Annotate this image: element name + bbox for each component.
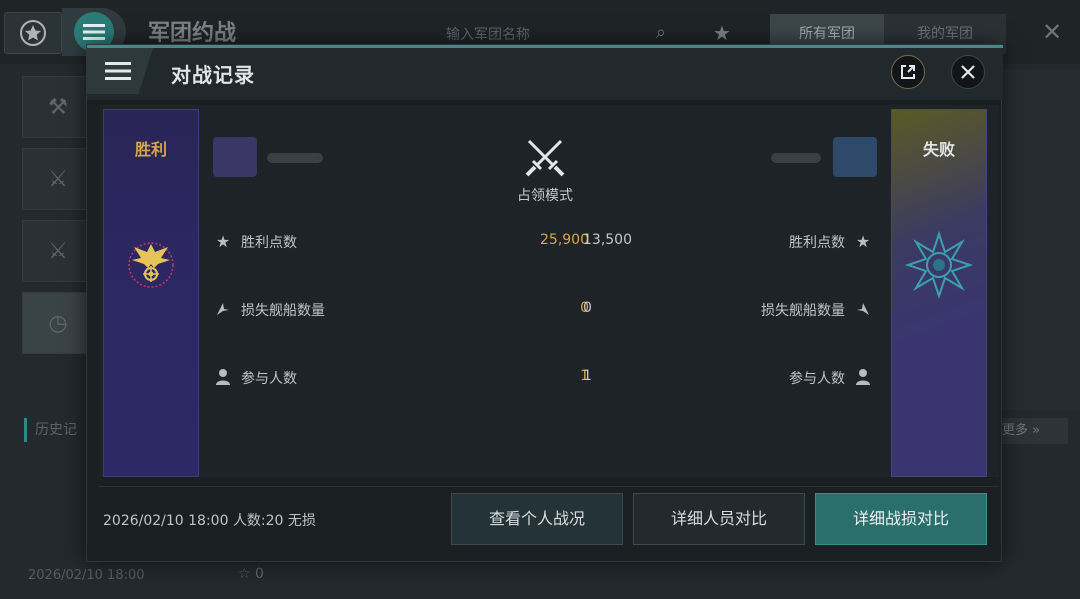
star-badge-icon [20, 20, 46, 46]
star-icon: ★ [713, 21, 731, 45]
ship-icon [213, 299, 233, 319]
sidebar-item-history[interactable]: ◷ [22, 292, 94, 354]
battle-info-text: 2026/02/10 18:00 人数:20 无损 [103, 513, 316, 529]
stat-label-right: 参与人数 [789, 371, 845, 387]
stat-row-victory-points: ★ 胜利点数 25,900 13,500 胜利点数 ★ [211, 229, 875, 253]
defeat-label: 失败 [922, 140, 955, 159]
stat-label-right: 胜利点数 [789, 235, 845, 251]
loss-comparison-button[interactable]: 详细战损对比 [815, 493, 987, 545]
legion-emblem-button[interactable] [4, 12, 62, 54]
background-close-icon[interactable]: ✕ [1042, 18, 1062, 46]
search-placeholder: 输入军团名称 [446, 27, 530, 43]
search-icon[interactable]: ⌕ [656, 22, 666, 43]
stat-value-right: 13,500 [583, 232, 632, 248]
star-icon: ★ [855, 231, 871, 251]
right-team-emblem [833, 137, 877, 177]
crossed-swords-icon: ⚔ [48, 166, 68, 192]
stat-label-left: 参与人数 [241, 371, 297, 387]
left-team-name-blur [267, 153, 323, 163]
left-team-emblem [213, 137, 257, 177]
more-button[interactable]: 更多 » [996, 418, 1068, 444]
view-personal-stats-button[interactable]: 查看个人战况 [451, 493, 623, 545]
menu-icon [105, 62, 131, 80]
battle-mode-label: 占领模式 [517, 188, 573, 204]
history-section-label: 历史记 [24, 418, 94, 442]
stat-value-left: 25,900 [540, 232, 589, 248]
stat-label-left: 损失舰船数量 [241, 303, 325, 319]
stat-value-right: 1 [583, 368, 592, 384]
stat-label-right: 损失舰船数量 [761, 303, 845, 319]
record-count: ☆ 0 [238, 566, 264, 582]
victory-banner: 胜利 [103, 109, 199, 477]
stat-label-left: 胜利点数 [241, 235, 297, 251]
ship-icon [853, 299, 873, 319]
lotus-emblem-icon [904, 230, 974, 304]
person-icon [213, 367, 233, 387]
sidebar-item-duel[interactable]: ⚔ [22, 220, 94, 282]
more-label: 更多 [1002, 423, 1029, 438]
eagle-emblem-icon [128, 230, 174, 304]
close-icon [961, 65, 975, 79]
stat-row-participants: 参与人数 1 1 参与人数 [211, 365, 875, 389]
person-icon [853, 367, 873, 387]
record-count-value: 0 [255, 566, 264, 582]
defeat-banner: 失败 [891, 109, 987, 477]
crossed-swords-icon [523, 137, 567, 181]
background-page-title: 军团约战 [148, 21, 237, 46]
victory-label: 胜利 [134, 140, 167, 159]
clock-icon: ◷ [48, 310, 68, 336]
share-button[interactable] [891, 55, 925, 89]
dialog-title: 对战记录 [171, 63, 255, 87]
footer-divider [99, 486, 999, 487]
crossed-axes-icon: ⚒ [48, 94, 68, 120]
background-right-panel [1000, 70, 1080, 410]
battle-record-dialog: 对战记录 胜利 失败 占领模式 ★ 胜利点数 25,900 13,500 胜利点… [86, 44, 1003, 562]
stat-row-ships-lost: 损失舰船数量 0 0 损失舰船数量 [211, 297, 875, 321]
member-comparison-button[interactable]: 详细人员对比 [633, 493, 805, 545]
share-icon [901, 65, 915, 79]
sidebar-item-battle[interactable]: ⚔ [22, 148, 94, 210]
swords-icon: ⚔ [48, 238, 68, 264]
sidebar-item-weapons[interactable]: ⚒ [22, 76, 94, 138]
record-date: 2026/02/10 18:00 [28, 568, 145, 583]
stat-value-right: 0 [583, 300, 592, 316]
star-icon: ★ [215, 231, 231, 251]
close-button[interactable] [951, 55, 985, 89]
right-team-name-blur [771, 153, 821, 163]
